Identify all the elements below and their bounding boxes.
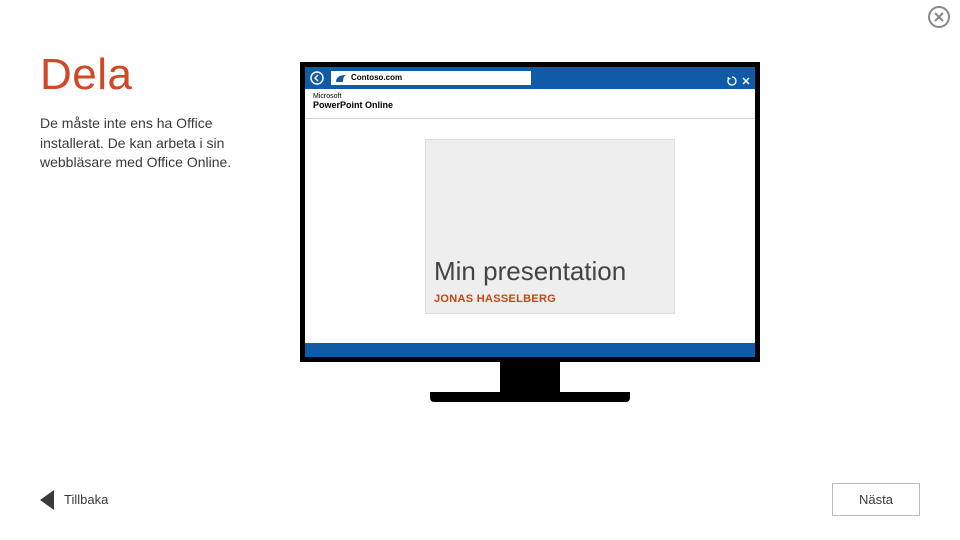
page-curl-icon (335, 73, 347, 83)
back-label: Tillbaka (64, 492, 108, 507)
address-bar: Contoso.com (331, 71, 531, 85)
close-icon[interactable] (928, 6, 950, 28)
refresh-icon (727, 73, 737, 83)
monitor-stand-neck (500, 362, 560, 392)
monitor-screen: Contoso.com Microsoft PowerPoint Online (305, 67, 755, 357)
address-text: Contoso.com (351, 71, 402, 85)
app-brand: Microsoft (313, 93, 747, 100)
back-button[interactable]: Tillbaka (40, 490, 108, 510)
app-product: PowerPoint Online (313, 100, 747, 110)
monitor-stand-base (430, 392, 630, 402)
monitor-bezel: Contoso.com Microsoft PowerPoint Online (300, 62, 760, 362)
slide-title: Min presentation (434, 256, 626, 287)
app-header: Microsoft PowerPoint Online (305, 89, 755, 119)
window-close-icon (741, 73, 751, 83)
slide-area: Min presentation JONAS HASSELBERG (305, 119, 755, 343)
arrow-left-icon (40, 490, 54, 510)
monitor-illustration: Contoso.com Microsoft PowerPoint Online (300, 62, 760, 402)
next-button[interactable]: Nästa (832, 483, 920, 516)
body-text: De måste inte ens ha Office installerat.… (40, 114, 260, 173)
slide: Min presentation JONAS HASSELBERG (425, 139, 675, 314)
browser-titlebar: Contoso.com (305, 67, 755, 89)
app-statusbar (305, 343, 755, 357)
slide-subtitle: JONAS HASSELBERG (434, 293, 556, 305)
back-circle-icon (307, 71, 327, 85)
